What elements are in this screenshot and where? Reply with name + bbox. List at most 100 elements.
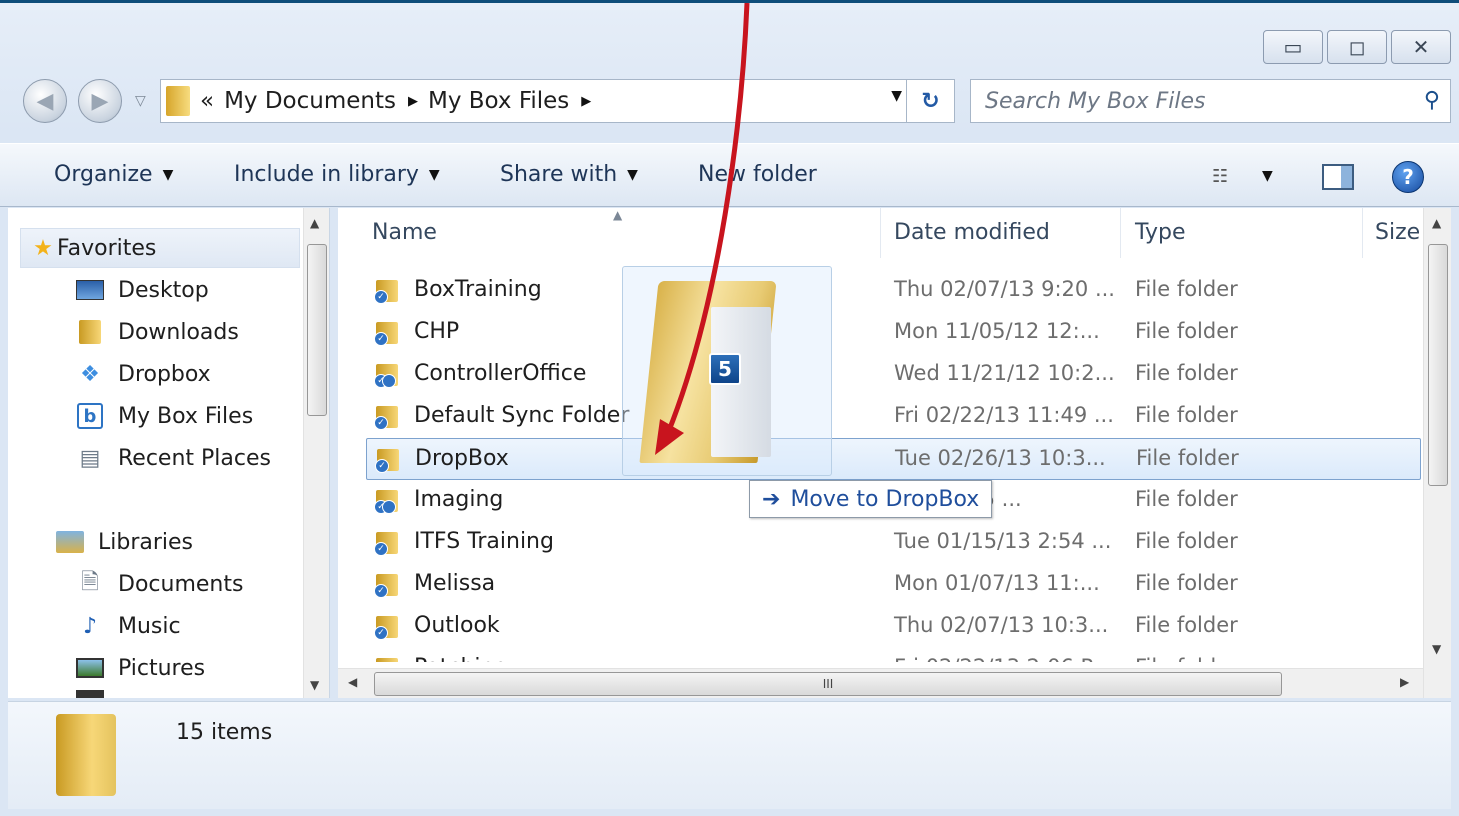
column-header-type[interactable]: Type bbox=[1135, 220, 1186, 245]
file-type: File folder bbox=[1135, 319, 1238, 343]
organize-menu[interactable]: Organize ▼ bbox=[54, 162, 173, 187]
sort-ascending-icon: ▲ bbox=[613, 208, 623, 222]
close-button[interactable]: ✕ bbox=[1391, 30, 1451, 64]
file-row[interactable]: ✓ Patching Fri 02/22/13 2:06 P... File fold… bbox=[366, 648, 1421, 662]
nav-item-music[interactable]: ♪ Music bbox=[76, 606, 181, 646]
scroll-down-icon[interactable]: ▼ bbox=[1432, 642, 1441, 656]
back-button[interactable]: ◀ bbox=[23, 79, 67, 123]
file-scroll-thumb[interactable] bbox=[1428, 244, 1448, 486]
column-divider[interactable] bbox=[1120, 208, 1121, 258]
file-row[interactable]: ✓ DropBox Tue 02/26/13 10:3... File folder bbox=[366, 438, 1421, 480]
file-row[interactable]: ✓ Melissa Mon 01/07/13 11:... File folder bbox=[366, 564, 1421, 606]
nav-item-recent-places[interactable]: ▤ Recent Places bbox=[76, 438, 271, 478]
search-icon[interactable]: ⚲ bbox=[1424, 88, 1440, 113]
nav-libraries[interactable]: Libraries bbox=[56, 522, 193, 562]
column-header-name[interactable]: Name bbox=[372, 220, 437, 245]
column-header-size[interactable]: Size bbox=[1375, 220, 1420, 245]
file-type: File folder bbox=[1135, 403, 1238, 427]
help-icon[interactable]: ? bbox=[1392, 161, 1424, 193]
file-name: Default Sync Folder bbox=[414, 403, 630, 428]
back-arrow-icon: ◀ bbox=[36, 88, 54, 114]
breadcrumb-my-documents[interactable]: My Documents bbox=[224, 88, 396, 114]
file-date: Mon 01/07/13 11:... bbox=[894, 571, 1100, 595]
column-header-date-modified[interactable]: Date modified bbox=[894, 220, 1050, 245]
window-controls: ▭ ◻ ✕ bbox=[1263, 30, 1451, 64]
breadcrumb-chevron-icon[interactable]: ▶ bbox=[408, 94, 418, 109]
shared-folder-icon: ✓ bbox=[375, 447, 401, 473]
navigation-pane: ★ Favorites Desktop Downloads ❖ Dropbox … bbox=[8, 208, 330, 698]
chevron-down-icon: ▼ bbox=[627, 166, 638, 183]
pictures-icon bbox=[76, 655, 104, 681]
nav-favorites-label: Favorites bbox=[57, 235, 157, 261]
scroll-grip: III bbox=[822, 677, 834, 691]
file-row[interactable]: ✓ CHP Mon 11/05/12 12:... File folder bbox=[366, 312, 1421, 354]
new-folder-button[interactable]: New folder bbox=[698, 162, 817, 187]
column-divider[interactable] bbox=[1362, 208, 1363, 258]
file-name: CHP bbox=[414, 319, 460, 344]
downloads-icon bbox=[76, 319, 104, 345]
breadcrumb-my-box-files[interactable]: My Box Files bbox=[428, 88, 569, 114]
share-with-label: Share with bbox=[500, 162, 618, 187]
refresh-button[interactable]: ↻ bbox=[906, 80, 954, 122]
address-dropdown-icon[interactable]: ▼ bbox=[891, 88, 902, 104]
include-in-library-label: Include in library bbox=[234, 162, 419, 187]
nav-item-dropbox[interactable]: ❖ Dropbox bbox=[76, 354, 211, 394]
scroll-up-icon[interactable]: ▲ bbox=[310, 216, 319, 230]
move-arrow-icon: ➔ bbox=[762, 486, 781, 512]
preview-pane-icon[interactable] bbox=[1322, 164, 1354, 190]
explorer-window: ▭ ◻ ✕ ◀ ▶ ▽ « My Documents ▶ My Box File… bbox=[0, 0, 1459, 816]
dropbox-icon: ❖ bbox=[80, 361, 100, 387]
recent-pages-dropdown[interactable]: ▽ bbox=[135, 93, 146, 109]
scroll-right-icon[interactable]: ▶ bbox=[1400, 675, 1409, 689]
file-list-scrollbar[interactable]: ▲ ▼ bbox=[1423, 208, 1451, 698]
column-divider[interactable] bbox=[880, 208, 881, 258]
address-bar[interactable]: « My Documents ▶ My Box Files ▶ ▼ ↻ bbox=[160, 79, 955, 123]
file-row[interactable]: ✓ BoxTraining Thu 02/07/13 9:20 ... File fo… bbox=[366, 270, 1421, 312]
breadcrumb-overflow[interactable]: « bbox=[200, 88, 214, 114]
file-date: Wed 11/21/12 10:2... bbox=[894, 361, 1115, 385]
nav-item-label: Pictures bbox=[118, 655, 206, 681]
command-bar: Organize ▼ Include in library ▼ Share with… bbox=[0, 143, 1459, 207]
horizontal-scrollbar[interactable]: ◀ III ▶ bbox=[338, 668, 1423, 698]
drag-count-badge: 5 bbox=[709, 353, 741, 385]
minimize-button[interactable]: ▭ bbox=[1263, 30, 1323, 64]
maximize-button[interactable]: ◻ bbox=[1327, 30, 1387, 64]
file-row[interactable]: ✓ Outlook Thu 02/07/13 10:3... File folder bbox=[366, 606, 1421, 648]
file-row[interactable]: ✓ Default Sync Folder Fri 02/22/13 11:49 .… bbox=[366, 396, 1421, 438]
nav-item-label: Documents bbox=[118, 571, 244, 597]
nav-item-label: My Box Files bbox=[118, 403, 254, 429]
nav-item-desktop[interactable]: Desktop bbox=[76, 270, 209, 310]
nav-item-pictures[interactable]: Pictures bbox=[76, 648, 205, 688]
shared-folder-icon: ✓ bbox=[374, 362, 400, 388]
shared-folder-icon: ✓ bbox=[374, 488, 400, 514]
change-view-icon[interactable]: ☷ bbox=[1212, 166, 1228, 187]
scroll-up-icon[interactable]: ▲ bbox=[1432, 216, 1441, 230]
share-with-menu[interactable]: Share with ▼ bbox=[500, 162, 638, 187]
nav-scroll-thumb[interactable] bbox=[307, 244, 327, 416]
breadcrumb-chevron-icon[interactable]: ▶ bbox=[581, 94, 591, 109]
nav-scrollbar[interactable]: ▲ ▼ bbox=[303, 208, 329, 698]
include-in-library-menu[interactable]: Include in library ▼ bbox=[234, 162, 440, 187]
nav-item-label: Music bbox=[118, 613, 181, 639]
file-name: ControllerOffice bbox=[414, 361, 587, 386]
scroll-down-icon[interactable]: ▼ bbox=[310, 678, 319, 692]
nav-item-label: Recent Places bbox=[118, 445, 271, 471]
nav-item-my-box-files[interactable]: b My Box Files bbox=[76, 396, 253, 436]
horizontal-scroll-thumb[interactable]: III bbox=[374, 672, 1282, 696]
scroll-left-icon[interactable]: ◀ bbox=[348, 675, 357, 689]
file-type: File folder bbox=[1135, 361, 1238, 385]
nav-favorites[interactable]: ★ Favorites bbox=[20, 228, 300, 268]
view-options-dropdown-icon[interactable]: ▼ bbox=[1262, 168, 1273, 184]
file-row[interactable]: ✓ ControllerOffice Wed 11/21/12 10:2... Fil… bbox=[366, 354, 1421, 396]
box-icon: b bbox=[76, 403, 104, 429]
nav-item-videos-partial[interactable] bbox=[76, 690, 118, 698]
file-type: File folder bbox=[1135, 487, 1238, 511]
file-type: File folder bbox=[1135, 529, 1238, 553]
search-input[interactable]: Search My Box Files ⚲ bbox=[970, 79, 1451, 123]
nav-item-downloads[interactable]: Downloads bbox=[76, 312, 239, 352]
forward-button[interactable]: ▶ bbox=[78, 79, 122, 123]
nav-item-documents[interactable]: 🗎 Documents bbox=[76, 564, 243, 604]
file-date: Thu 02/07/13 10:3... bbox=[894, 613, 1109, 637]
file-type: File folder bbox=[1135, 613, 1238, 637]
file-row[interactable]: ✓ ITFS Training Tue 01/15/13 2:54 ... File … bbox=[366, 522, 1421, 564]
